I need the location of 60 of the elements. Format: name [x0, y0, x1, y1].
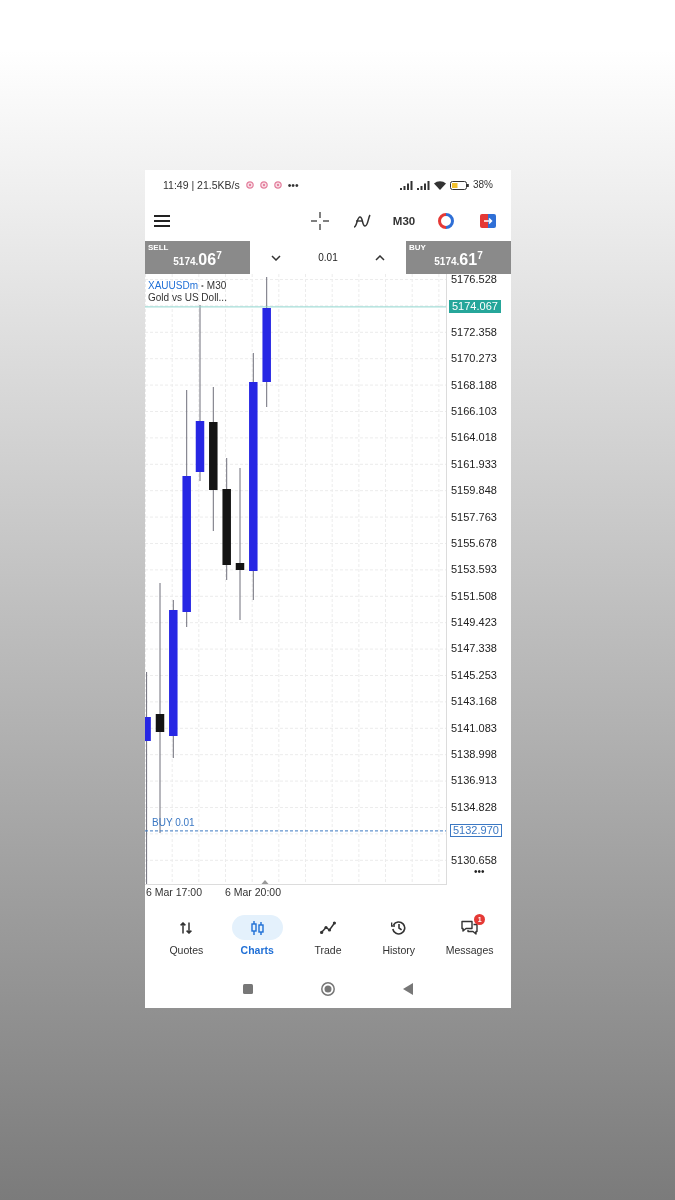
- trend-line-icon: [320, 921, 336, 934]
- price-label: 5143.168: [451, 696, 497, 708]
- chevron-up-icon[interactable]: [375, 254, 385, 261]
- price-label: 5166.103: [451, 405, 497, 417]
- price-label: 5149.423: [451, 617, 497, 629]
- menu-icon[interactable]: [154, 214, 170, 227]
- more-notifications: •••: [287, 179, 299, 191]
- more-button[interactable]: •••: [474, 866, 485, 877]
- price-label: 5130.658: [451, 854, 497, 866]
- price-label: 5157.763: [451, 511, 497, 523]
- back-icon[interactable]: [403, 982, 413, 995]
- wave-line-icon[interactable]: [353, 212, 371, 229]
- price-label: 5161.933: [451, 458, 497, 470]
- order-label: BUY 0.01: [152, 816, 195, 828]
- price-label: 5145.253: [451, 669, 497, 681]
- signal-icon: [417, 180, 430, 190]
- marker-icon: [261, 880, 269, 884]
- price-label: 5153.593: [451, 564, 497, 576]
- price-label: 5141.083: [451, 722, 497, 734]
- time-label: 6 Mar 20:00: [225, 885, 283, 899]
- nav-tab[interactable]: History: [373, 915, 425, 969]
- chevron-down-icon[interactable]: [271, 254, 281, 261]
- swap-box-icon[interactable]: [480, 213, 496, 228]
- symbol-name: XAUUSDm: [148, 280, 198, 292]
- price-label: 5164.018: [451, 432, 497, 444]
- battery-icon: [450, 180, 469, 190]
- price-label: 5136.913: [451, 775, 497, 787]
- home-circle-icon[interactable]: [321, 981, 335, 996]
- signal-icon: [400, 180, 413, 190]
- volume-field[interactable]: 0.01: [318, 252, 338, 263]
- time-label: 6 Mar 17:00: [146, 885, 204, 899]
- timeframe-button[interactable]: M30: [392, 214, 416, 227]
- price-label: 5147.338: [451, 643, 497, 655]
- price-label: 5168.188: [451, 379, 497, 391]
- crosshair-icon[interactable]: [311, 211, 329, 230]
- battery-percent: 38%: [473, 179, 493, 191]
- price-label: 5172.358: [451, 326, 497, 338]
- history-icon: [391, 920, 407, 935]
- price-label: 5138.998: [451, 749, 497, 761]
- up-down-arrows-icon: [180, 921, 193, 934]
- ring-icon[interactable]: [438, 212, 454, 229]
- chart-timeframe: M30: [206, 280, 227, 292]
- price-label: 5170.273: [451, 353, 497, 365]
- status-time-speed: 11:49 | 21.5KB/s: [163, 179, 240, 191]
- candlestick-icon: [250, 920, 264, 935]
- order-price-badge: 5132.970: [450, 824, 502, 838]
- price-label: 5155.678: [451, 537, 497, 549]
- symbol-description: Gold vs US Doll...: [148, 292, 227, 304]
- price-label: 5159.848: [451, 485, 497, 497]
- nav-tab[interactable]: Charts: [231, 915, 283, 969]
- price-label: 5176.528: [451, 274, 497, 285]
- current-price-badge: 5174.067: [449, 300, 501, 314]
- square-icon[interactable]: [243, 983, 253, 994]
- nav-tab[interactable]: Quotes: [160, 915, 212, 969]
- wifi-icon: [434, 180, 446, 190]
- price-label: 5151.508: [451, 590, 497, 602]
- chat-icon: [461, 920, 479, 935]
- separator-dot: •: [201, 280, 204, 292]
- nav-tab[interactable]: Trade: [302, 915, 354, 969]
- price-label: 5134.828: [451, 801, 497, 813]
